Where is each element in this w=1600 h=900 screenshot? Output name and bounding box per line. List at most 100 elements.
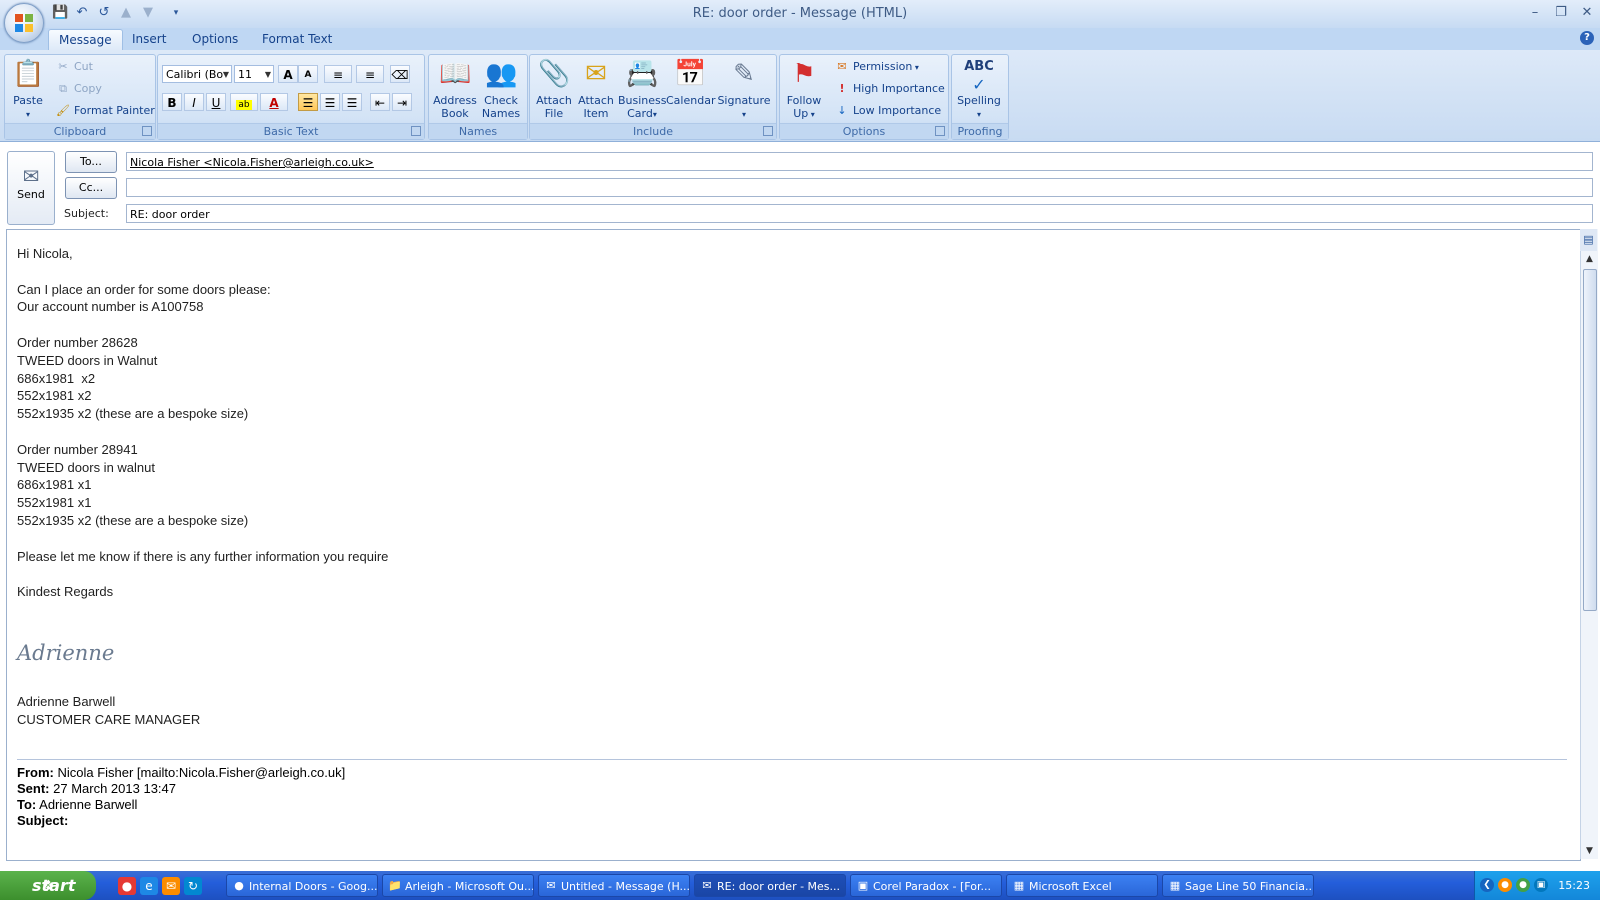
tab-message[interactable]: Message <box>48 29 123 51</box>
font-color-button[interactable]: A <box>260 93 288 111</box>
decrease-indent-button[interactable]: ⇤ <box>370 93 390 111</box>
tray-network-icon[interactable]: ● <box>1516 878 1530 892</box>
start-button[interactable]: ❖ start <box>0 871 96 900</box>
taskbar-item-untitled-message[interactable]: ✉ Untitled - Message (H... <box>538 874 690 897</box>
taskbar-item-chrome[interactable]: ● Internal Doors - Goog... <box>226 874 378 897</box>
refresh-quicklaunch-icon[interactable]: ↻ <box>184 877 202 895</box>
basic-text-group-label: Basic Text <box>158 123 424 139</box>
copy-icon: ⧉ <box>59 82 67 95</box>
quoted-from-label: From: <box>17 765 54 780</box>
previous-item-icon[interactable]: ▲ <box>118 5 134 21</box>
highlight-button[interactable]: ab <box>230 93 258 111</box>
tab-format-text[interactable]: Format Text <box>252 29 342 50</box>
body-line: 552x1935 x2 (these are a bespoke size) <box>17 406 249 422</box>
underline-button[interactable]: U <box>206 93 226 111</box>
help-icon[interactable]: ? <box>1580 31 1594 45</box>
low-importance-button[interactable]: ↓ Low Importance <box>834 102 941 120</box>
cc-button[interactable]: Cc... <box>65 177 117 199</box>
attach-item-button[interactable]: ✉ Attach Item <box>572 58 620 120</box>
basic-text-launcher-icon[interactable] <box>411 126 421 136</box>
tab-options[interactable]: Options <box>182 29 248 50</box>
tray-expand-icon[interactable]: ❮ <box>1480 878 1494 892</box>
cc-field[interactable] <box>126 178 1593 197</box>
scroll-thumb[interactable] <box>1583 269 1597 611</box>
follow-up-button[interactable]: ⚑ Follow Up ▾ <box>780 58 828 121</box>
tray-monitor-icon[interactable]: ▣ <box>1534 878 1548 892</box>
align-right-button[interactable]: ☰ <box>342 93 362 111</box>
align-right-icon: ☰ <box>346 96 358 110</box>
task-label: Corel Paradox - [For... <box>873 880 991 893</box>
to-button[interactable]: To... <box>65 151 117 173</box>
check-names-button[interactable]: 👥 Check Names <box>477 58 525 120</box>
scroll-up-icon[interactable]: ▲ <box>1581 251 1598 267</box>
folder-icon: 📁 <box>388 879 402 892</box>
spelling-button[interactable]: ABC ✓ Spelling ▾ <box>955 58 1003 121</box>
subject-field[interactable]: RE: door order <box>126 204 1593 223</box>
clear-formatting-button[interactable]: ⌫ <box>390 65 410 83</box>
permission-button[interactable]: ✉ Permission ▾ <box>834 58 919 76</box>
align-left-button[interactable]: ☰ <box>298 93 318 111</box>
attach-item-label-2: Item <box>583 107 609 120</box>
quoted-from-value: Nicola Fisher [mailto:Nicola.Fisher@arle… <box>57 765 346 780</box>
quoted-subject-line: Subject: <box>17 813 345 829</box>
outlook-quicklaunch-icon[interactable]: ✉ <box>162 877 180 895</box>
high-importance-button[interactable]: ! High Importance <box>834 80 945 98</box>
bullets-button[interactable]: ≡ <box>324 65 352 83</box>
attach-file-label-2: File <box>544 107 564 120</box>
clipboard-launcher-icon[interactable] <box>142 126 152 136</box>
next-item-icon[interactable]: ▼ <box>140 5 156 21</box>
quoted-sent-line: Sent: 27 March 2013 13:47 <box>17 781 345 797</box>
attach-file-button[interactable]: 📎 Attach File <box>530 58 578 120</box>
vertical-scrollbar[interactable]: ▲ ▼ <box>1580 229 1598 859</box>
copy-button[interactable]: ⧉ Copy <box>55 80 102 98</box>
shrink-font-button[interactable]: A <box>298 65 318 83</box>
save-icon[interactable]: 💾 <box>52 5 68 21</box>
restore-button[interactable]: ❐ <box>1550 4 1572 22</box>
close-button[interactable]: ✕ <box>1576 4 1598 22</box>
office-button[interactable] <box>4 3 44 43</box>
send-button[interactable]: ✉ Send <box>7 151 55 225</box>
font-size-select[interactable]: 11 ▼ <box>234 65 274 83</box>
chrome-icon[interactable]: ● <box>118 877 136 895</box>
business-card-button[interactable]: 📇 Business Card▾ <box>618 58 667 121</box>
sender-name: Adrienne Barwell <box>17 694 116 709</box>
format-painter-button[interactable]: 🖌 Format Painter <box>55 102 155 120</box>
taskbar-item-corel-paradox[interactable]: ▣ Corel Paradox - [For... <box>850 874 1002 897</box>
taskbar-item-excel[interactable]: ▦ Microsoft Excel <box>1006 874 1158 897</box>
high-importance-label: High Importance <box>853 82 945 95</box>
include-launcher-icon[interactable] <box>763 126 773 136</box>
proofing-group-label: Proofing <box>952 123 1008 139</box>
signature-button[interactable]: ✎ Signature ▾ <box>716 58 772 121</box>
font-name-select[interactable]: Calibri (Bo ▼ <box>162 65 232 83</box>
to-field[interactable]: Nicola Fisher <Nicola.Fisher@arleigh.co.… <box>126 152 1593 171</box>
grow-font-button[interactable]: A <box>278 65 298 83</box>
minimize-button[interactable]: – <box>1524 4 1546 22</box>
align-center-button[interactable]: ☰ <box>320 93 340 111</box>
undo-icon[interactable]: ↶ <box>74 5 90 21</box>
customize-qat-icon[interactable]: ▾ <box>168 5 184 21</box>
calendar-button[interactable]: 📅 Calendar <box>666 58 715 107</box>
redo-icon[interactable]: ↺ <box>96 5 112 21</box>
bold-button[interactable]: B <box>162 93 182 111</box>
task-label: Sage Line 50 Financia... <box>1185 880 1314 893</box>
internet-explorer-icon[interactable]: e <box>140 877 158 895</box>
paste-button[interactable]: 📋 Paste ▾ <box>7 58 49 121</box>
chrome-icon: ● <box>234 879 244 892</box>
tab-insert[interactable]: Insert <box>122 29 176 50</box>
scroll-down-icon[interactable]: ▼ <box>1581 843 1598 859</box>
increase-indent-button[interactable]: ⇥ <box>392 93 412 111</box>
taskbar-item-sage[interactable]: ▦ Sage Line 50 Financia... <box>1162 874 1314 897</box>
clipboard-group-label: Clipboard <box>5 123 155 139</box>
address-book-button[interactable]: 📖 Address Book <box>431 58 479 120</box>
names-group: 📖 Address Book 👥 Check Names Names <box>428 54 528 140</box>
cut-button[interactable]: ✂ Cut <box>55 58 93 76</box>
taskbar-item-outlook[interactable]: 📁 Arleigh - Microsoft Ou... <box>382 874 534 897</box>
italic-button[interactable]: I <box>184 93 204 111</box>
taskbar-item-door-order[interactable]: ✉ RE: door order - Mes... <box>694 874 846 897</box>
view-ruler-icon[interactable]: ▤ <box>1580 229 1597 251</box>
body-line: Our account number is A100758 <box>17 299 204 315</box>
decrease-indent-icon: ⇤ <box>374 96 386 110</box>
options-launcher-icon[interactable] <box>935 126 945 136</box>
tray-app-icon[interactable]: ● <box>1498 878 1512 892</box>
numbering-button[interactable]: ≡ <box>356 65 384 83</box>
